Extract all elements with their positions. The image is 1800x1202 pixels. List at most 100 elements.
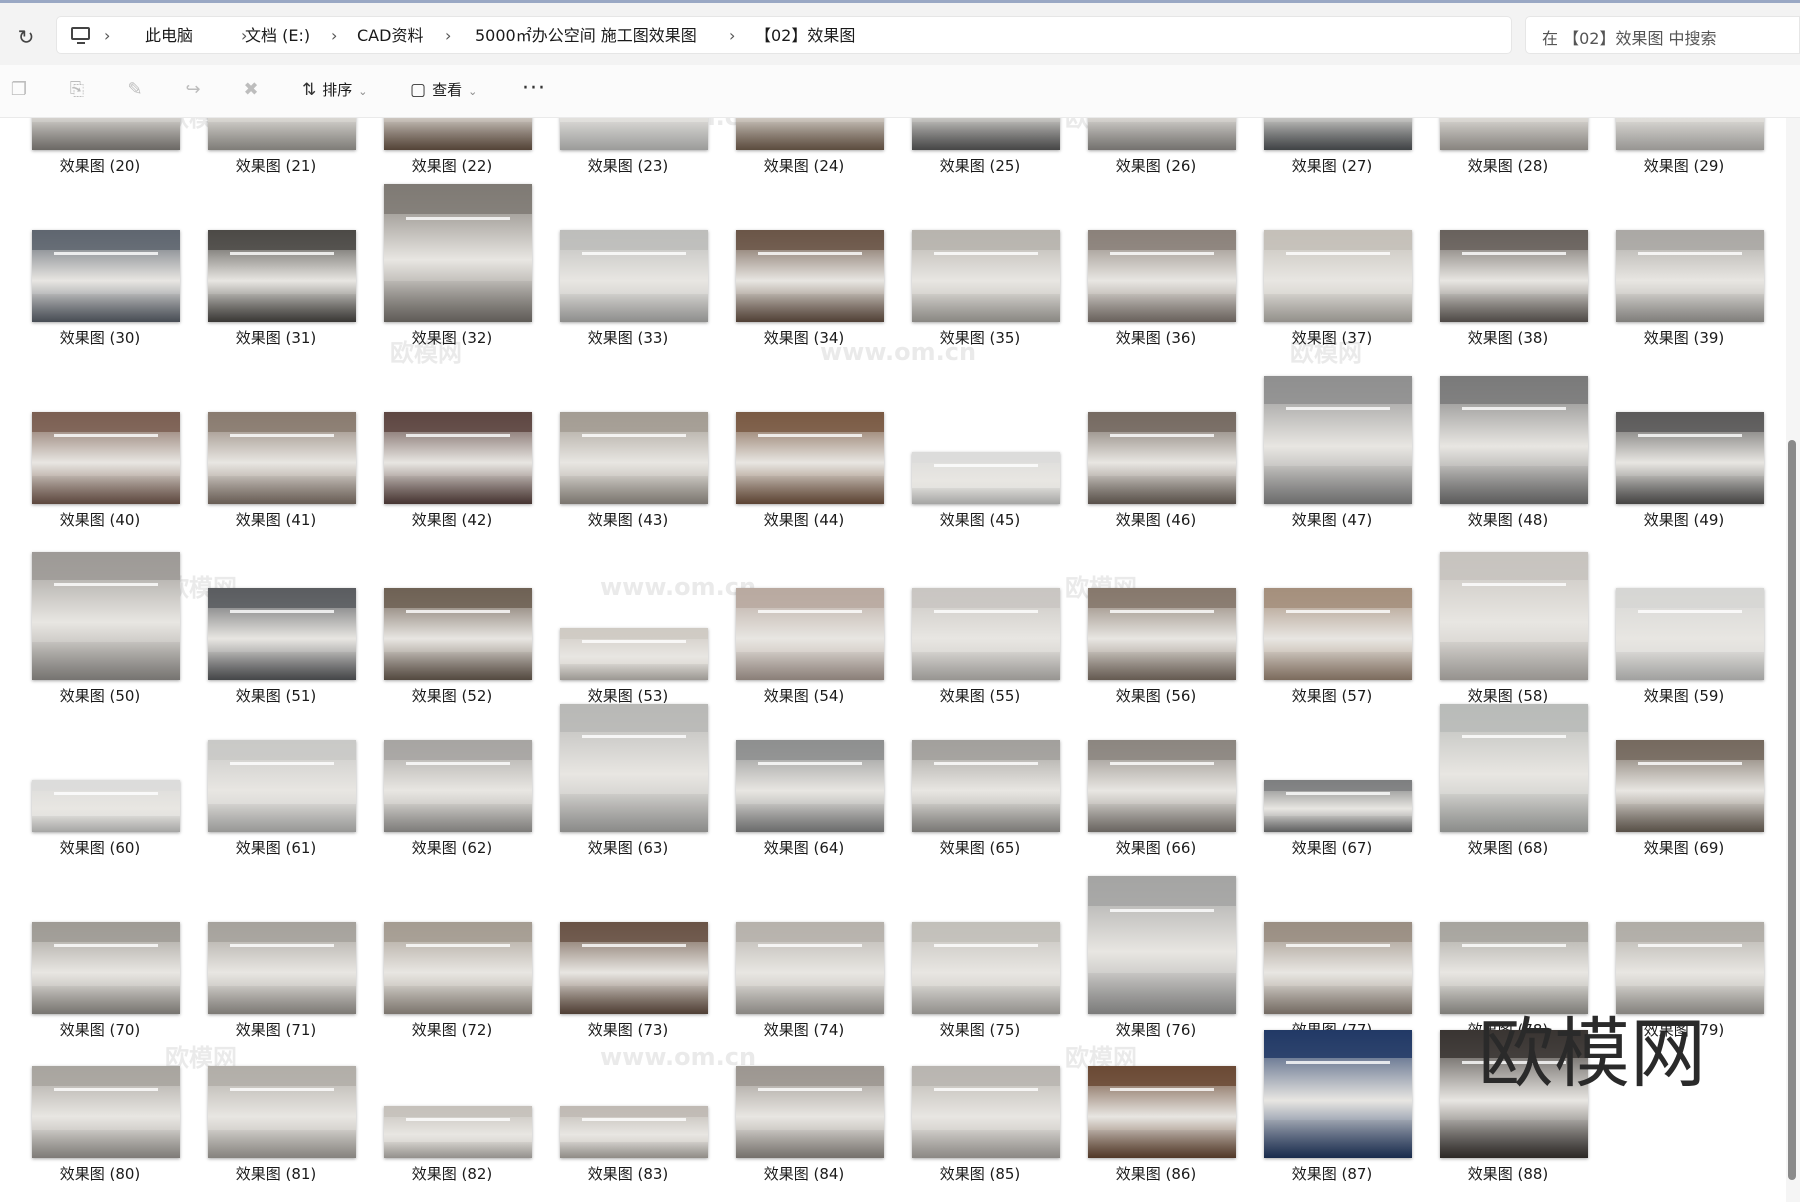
file-thumbnail[interactable] (208, 1066, 356, 1158)
file-thumbnail[interactable] (32, 230, 180, 322)
sort-button[interactable]: ⇅ 排序 ⌄ (302, 77, 367, 103)
file-thumbnail[interactable] (560, 704, 708, 832)
file-thumbnail[interactable] (560, 1106, 708, 1158)
file-thumbnail[interactable] (1440, 922, 1588, 1014)
breadcrumb-this-pc[interactable]: 此电脑 (145, 24, 193, 48)
rename-icon[interactable]: ✎ (124, 79, 146, 101)
breadcrumb-cad-folder[interactable]: CAD资料 (357, 24, 423, 48)
file-thumbnail[interactable] (736, 118, 884, 150)
file-thumbnail[interactable] (560, 118, 708, 150)
search-input[interactable]: 在 【02】效果图 中搜索 (1525, 16, 1800, 54)
file-thumbnail[interactable] (32, 922, 180, 1014)
file-thumbnail[interactable] (208, 922, 356, 1014)
delete-icon[interactable]: ✖ (240, 79, 262, 101)
file-thumbnail[interactable] (1616, 740, 1764, 832)
file-thumbnail[interactable] (1616, 588, 1764, 680)
file-thumbnail[interactable] (1616, 118, 1764, 150)
file-thumbnail[interactable] (1440, 704, 1588, 832)
file-thumbnail[interactable] (384, 1106, 532, 1158)
view-icon: ▢ (410, 80, 427, 100)
file-thumbnail[interactable] (1616, 230, 1764, 322)
file-name-label: 效果图 (38) (1467, 329, 1549, 347)
file-thumbnail[interactable] (736, 922, 884, 1014)
file-name-label: 效果图 (71) (235, 1021, 317, 1039)
file-thumbnail[interactable] (736, 588, 884, 680)
file-thumbnail[interactable] (912, 588, 1060, 680)
file-thumbnail[interactable] (1264, 376, 1412, 504)
file-thumbnail[interactable] (560, 230, 708, 322)
chevron-right-icon[interactable]: › (445, 24, 451, 48)
file-thumbnail[interactable] (1264, 922, 1412, 1014)
file-thumbnail[interactable] (736, 412, 884, 504)
command-toolbar: ❐ ⎘ ✎ ↪ ✖ ⇅ 排序 ⌄ ▢ 查看 ⌄ ··· (0, 65, 1800, 118)
file-thumbnail[interactable] (560, 922, 708, 1014)
file-thumbnail[interactable] (1088, 1066, 1236, 1158)
file-thumbnail[interactable] (1264, 118, 1412, 150)
chevron-right-icon[interactable]: › (331, 24, 337, 48)
more-options-button[interactable]: ··· (522, 76, 546, 102)
copy-icon[interactable]: ❐ (8, 79, 30, 101)
file-thumbnail[interactable] (208, 588, 356, 680)
file-thumbnail[interactable] (560, 412, 708, 504)
file-thumbnail[interactable] (1088, 588, 1236, 680)
file-thumbnail[interactable] (384, 922, 532, 1014)
file-thumbnail[interactable] (208, 118, 356, 150)
file-thumbnail[interactable] (1440, 552, 1588, 680)
file-thumbnail[interactable] (1440, 230, 1588, 322)
file-thumbnail[interactable] (1616, 412, 1764, 504)
file-thumbnail[interactable] (1088, 118, 1236, 150)
file-thumbnail[interactable] (912, 922, 1060, 1014)
file-thumbnail[interactable] (1616, 922, 1764, 1014)
file-thumbnail[interactable] (32, 552, 180, 680)
file-thumbnail[interactable] (1088, 230, 1236, 322)
file-thumbnail[interactable] (208, 230, 356, 322)
chevron-right-icon[interactable]: › (104, 24, 110, 48)
file-name-label: 效果图 (57) (1291, 687, 1373, 705)
breadcrumb-current-folder[interactable]: 【02】效果图 (755, 24, 855, 48)
scrollbar-thumb[interactable] (1788, 440, 1796, 1180)
file-thumbnail[interactable] (912, 740, 1060, 832)
file-thumbnail[interactable] (736, 1066, 884, 1158)
file-thumbnail[interactable] (384, 184, 532, 322)
this-pc-icon[interactable] (71, 27, 90, 44)
file-thumbnail[interactable] (1088, 740, 1236, 832)
breadcrumb-project-folder[interactable]: 5000㎡办公空间 施工图效果图 (475, 24, 697, 48)
file-name-label: 效果图 (44) (763, 511, 845, 529)
file-name-label: 效果图 (82) (411, 1165, 493, 1183)
file-thumbnail[interactable] (1088, 412, 1236, 504)
view-button[interactable]: ▢ 查看 ⌄ (410, 77, 477, 103)
file-thumbnail[interactable] (912, 1066, 1060, 1158)
file-thumbnail[interactable] (32, 412, 180, 504)
file-thumbnail[interactable] (912, 118, 1060, 150)
file-thumbnail[interactable] (32, 118, 180, 150)
file-name-label: 效果图 (83) (587, 1165, 669, 1183)
refresh-icon[interactable]: ↻ (12, 23, 40, 51)
file-thumbnail[interactable] (208, 740, 356, 832)
file-thumbnail[interactable] (1264, 1030, 1412, 1158)
share-icon[interactable]: ↪ (182, 79, 204, 101)
file-thumbnail[interactable] (736, 230, 884, 322)
breadcrumb[interactable]: › 此电脑 › 文档 (E:) › CAD资料 › 5000㎡办公空间 施工图效… (56, 16, 1512, 54)
file-name-label: 效果图 (84) (763, 1165, 845, 1183)
file-thumbnail[interactable] (208, 412, 356, 504)
file-thumbnail[interactable] (1440, 376, 1588, 504)
file-thumbnail[interactable] (384, 118, 532, 150)
file-thumbnail[interactable] (560, 628, 708, 680)
file-thumbnail[interactable] (1088, 876, 1236, 1014)
file-thumbnail[interactable] (32, 1066, 180, 1158)
file-thumbnail[interactable] (912, 452, 1060, 504)
file-thumbnail[interactable] (912, 230, 1060, 322)
file-thumbnail[interactable] (1264, 588, 1412, 680)
paste-icon[interactable]: ⎘ (66, 79, 88, 101)
chevron-right-icon[interactable]: › (729, 24, 735, 48)
file-thumbnail[interactable] (1264, 780, 1412, 832)
file-thumbnail[interactable] (384, 412, 532, 504)
file-thumbnail[interactable] (736, 740, 884, 832)
file-thumbnail[interactable] (1440, 118, 1588, 150)
file-name-label: 效果图 (39) (1643, 329, 1725, 347)
breadcrumb-drive-e[interactable]: 文档 (E:) (245, 24, 310, 48)
file-thumbnail[interactable] (384, 588, 532, 680)
file-thumbnail[interactable] (32, 780, 180, 832)
file-thumbnail[interactable] (1264, 230, 1412, 322)
file-thumbnail[interactable] (384, 740, 532, 832)
